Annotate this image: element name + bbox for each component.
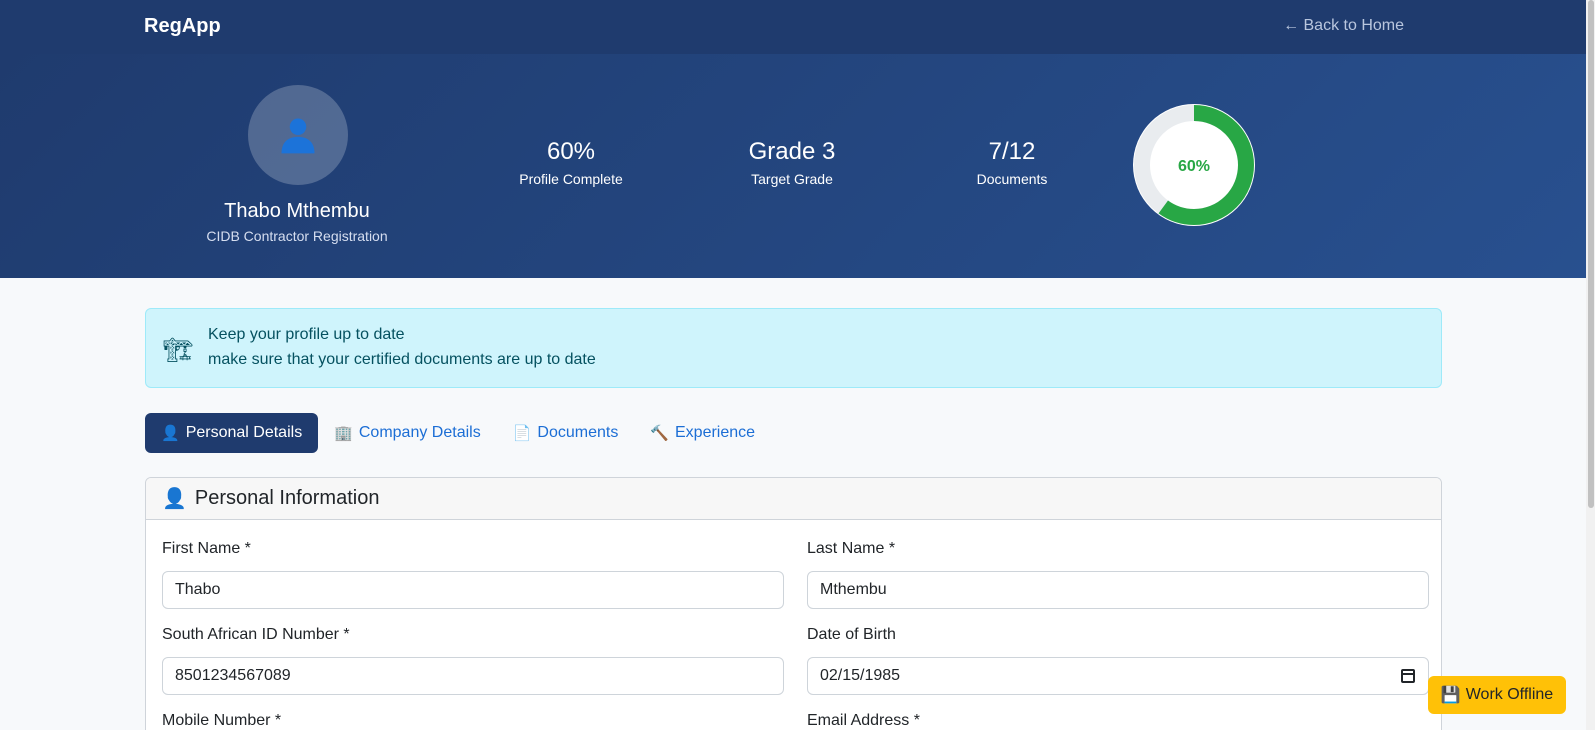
card-header: 👤 Personal Information: [146, 478, 1441, 520]
stat-value: Grade 3: [748, 138, 836, 165]
stat-label: Profile Complete: [519, 171, 623, 187]
scrollbar-thumb[interactable]: [1588, 0, 1594, 508]
id-number-label: South African ID Number *: [162, 626, 350, 643]
building-icon: 🏢: [334, 425, 353, 442]
user-name: Thabo Mthembu: [224, 200, 370, 222]
user-subtitle: CIDB Contractor Registration: [206, 228, 388, 244]
progress-ring-label: 60%: [1178, 158, 1210, 175]
user-icon: 👤: [162, 488, 187, 510]
stat-label: Documents: [976, 171, 1048, 187]
alert-title: Keep your profile up to date: [208, 326, 405, 343]
stat-label: Target Grade: [751, 171, 833, 187]
alert-message: make sure that your certified documents …: [208, 351, 596, 368]
stat-profile-complete: 60% Profile Complete: [471, 138, 671, 187]
tab-label: Company Details: [358, 424, 481, 441]
dob-input[interactable]: [807, 657, 1429, 695]
profile-tabs: 👤 Personal Details 🏢 Company Details 📄 D…: [145, 413, 771, 453]
card-title: Personal Information: [194, 487, 380, 509]
email-label: Email Address *: [807, 712, 920, 729]
dob-label: Date of Birth: [807, 626, 896, 643]
id-number-input[interactable]: [162, 657, 784, 695]
document-icon: 📄: [512, 425, 532, 442]
top-navbar: RegApp ← Back to Home: [0, 0, 1586, 54]
hammer-icon: 🔨: [650, 425, 669, 442]
stat-target-grade: Grade 3 Target Grade: [692, 138, 892, 187]
info-alert: 🏗 Keep your profile up to date make sure…: [145, 308, 1442, 388]
calendar-icon[interactable]: [1401, 669, 1415, 683]
last-name-label: Last Name *: [807, 540, 896, 557]
tab-documents[interactable]: 📄 Documents: [497, 413, 635, 453]
tab-label: Documents: [537, 424, 619, 441]
work-offline-label: Work Offline: [1465, 686, 1554, 703]
avatar: [248, 85, 348, 185]
stat-value: 7/12: [988, 138, 1036, 165]
first-name-input[interactable]: [162, 571, 784, 609]
floppy-disk-icon: 💾: [1440, 687, 1461, 704]
work-offline-button[interactable]: 💾 Work Offline: [1428, 676, 1566, 714]
user-icon: 👤: [161, 425, 180, 442]
crane-icon: 🏗: [163, 337, 194, 364]
tab-label: Personal Details: [185, 424, 303, 441]
brand-logo[interactable]: RegApp: [144, 15, 221, 38]
stat-documents: 7/12 Documents: [912, 138, 1112, 187]
tab-label: Experience: [675, 424, 756, 441]
progress-ring: 60%: [1133, 104, 1255, 226]
mobile-label: Mobile Number *: [162, 712, 282, 729]
user-icon: [281, 118, 315, 154]
profile-hero: Thabo Mthembu CIDB Contractor Registrati…: [0, 54, 1586, 278]
back-to-home-link[interactable]: ← Back to Home: [1283, 17, 1404, 35]
last-name-input[interactable]: [807, 571, 1429, 609]
personal-info-card: 👤 Personal Information First Name * Last…: [145, 477, 1442, 730]
first-name-label: First Name *: [162, 540, 251, 557]
tab-experience[interactable]: 🔨 Experience: [634, 413, 771, 453]
tab-company-details[interactable]: 🏢 Company Details: [318, 413, 497, 453]
stat-value: 60%: [546, 138, 596, 165]
tab-personal-details[interactable]: 👤 Personal Details: [145, 413, 319, 453]
